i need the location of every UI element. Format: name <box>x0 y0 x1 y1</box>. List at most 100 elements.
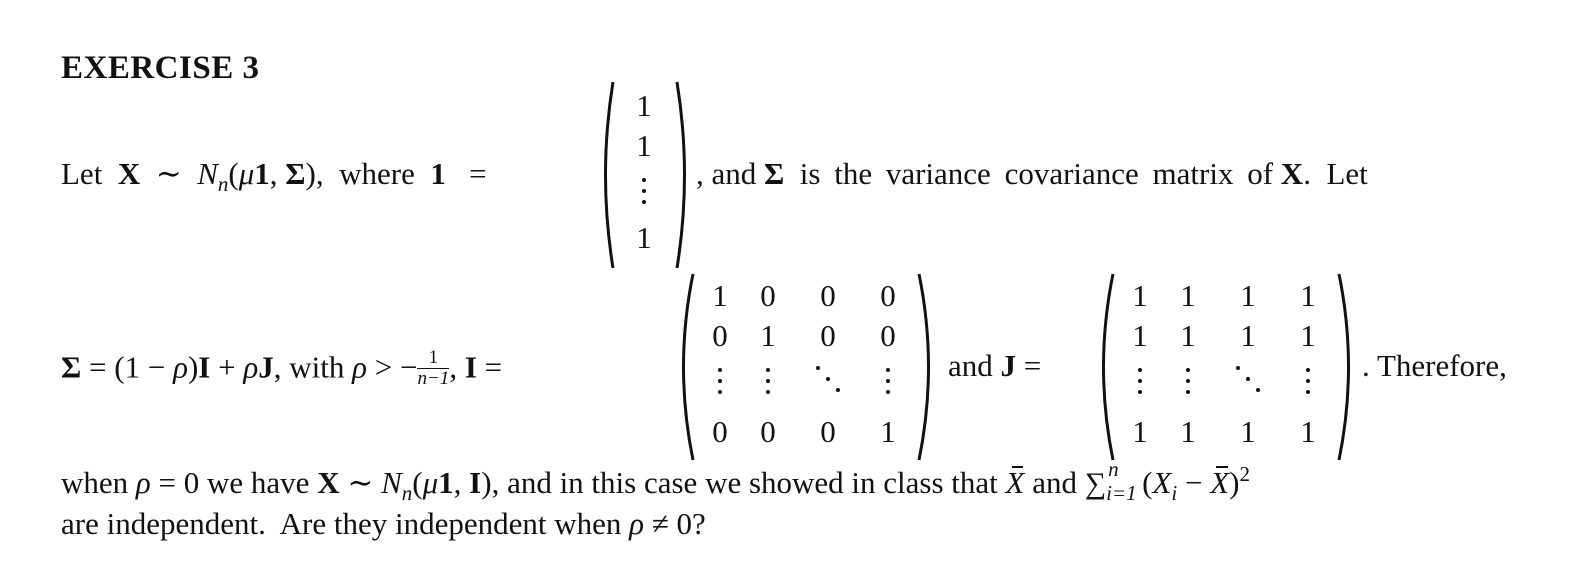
class-statement-text: , and in this case we showed in class th… <box>491 465 1006 500</box>
sum-limits: n i=1 <box>1106 459 1142 504</box>
and-word: and <box>1024 465 1085 500</box>
ones-vector-symbol: 1 <box>438 465 454 500</box>
close-paren: ) <box>187 349 199 385</box>
identity-entry: 0 <box>880 318 896 353</box>
and-text: , and <box>696 156 757 191</box>
mu-symbol: μ <box>422 465 439 500</box>
ones-matrix: 111111111111 <box>1092 272 1362 462</box>
ones-def-symbol: 1 <box>430 156 446 191</box>
description-text: is the variance covariance matrix of <box>799 156 1274 191</box>
open-paren: ( <box>228 156 239 191</box>
open-paren: ( <box>1142 465 1153 500</box>
vertical-dots <box>868 362 908 402</box>
normal-subscript-n: n <box>401 481 413 505</box>
identity-entry: 0 <box>760 414 776 449</box>
vertical-dots <box>1120 362 1160 402</box>
x-bar-symbol: X <box>1005 465 1025 500</box>
comma: , <box>453 465 470 500</box>
where-word: where <box>339 156 415 191</box>
ones-entry: 1 <box>1240 414 1256 449</box>
vertical-dots <box>1288 362 1328 402</box>
comma: , <box>449 349 458 385</box>
ones-entry: 1 <box>1132 278 1148 313</box>
left-paren-icon <box>596 80 616 270</box>
sigma-symbol: Σ <box>764 156 785 191</box>
period-let: . Let <box>1303 156 1368 191</box>
line-2-text: Σ = (1 − ρ)I + ρJ, with ρ > −1 n−1, I = <box>61 348 503 391</box>
ones-entry: 1 <box>1240 278 1256 313</box>
line-3-text: when ρ = 0 we have X ∼ Nn(μ1, I), and in… <box>61 459 1250 504</box>
equals-sign: = <box>469 156 487 191</box>
identity-entry: 0 <box>760 278 776 313</box>
sim-symbol: ∼ <box>155 156 182 191</box>
left-paren-icon <box>672 272 696 462</box>
squared-exponent: 2 <box>1239 462 1250 486</box>
normal-n: N <box>381 465 402 500</box>
question-text: are independent. Are they independent wh… <box>61 506 630 541</box>
minus-sign: − <box>1177 465 1211 500</box>
ones-entry: 1 <box>1180 414 1196 449</box>
vertical-dots <box>700 362 740 402</box>
vector-x: X <box>1280 156 1304 191</box>
left-paren-icon <box>1092 272 1116 462</box>
vertical-dots <box>624 172 664 212</box>
when-word: when <box>61 465 136 500</box>
identity-entry: 0 <box>880 278 896 313</box>
and-word: and <box>948 348 993 383</box>
identity-entry: 1 <box>712 278 728 313</box>
sum-lower-limit: i=1 <box>1106 481 1137 505</box>
vertical-dots <box>748 362 788 402</box>
rho-symbol: ρ <box>243 349 259 385</box>
expr-text: = (1 − <box>89 349 174 385</box>
sim-symbol: ∼ <box>339 465 382 500</box>
vector-entry: 1 <box>636 88 652 123</box>
identity-entry: 1 <box>760 318 776 353</box>
comma: , <box>269 156 278 191</box>
rho-symbol: ρ <box>629 506 645 541</box>
vertical-dots <box>1168 362 1208 402</box>
equals-sign: = <box>476 349 503 385</box>
plus-sign: + <box>210 349 244 385</box>
line-1-continuation: , and Σ is the variance covariance matri… <box>696 158 1368 189</box>
close-paren: ) <box>481 465 492 500</box>
normal-subscript-n: n <box>217 172 229 196</box>
sigma-symbol: Σ <box>285 156 306 191</box>
subscript-i: i <box>1171 481 1178 505</box>
diagonal-dots <box>1228 362 1268 402</box>
ones-entry: 1 <box>1180 318 1196 353</box>
identity-symbol: I <box>464 349 477 385</box>
ones-entry: 1 <box>1132 414 1148 449</box>
mu-symbol: μ <box>238 156 255 191</box>
ones-entry: 1 <box>1180 278 1196 313</box>
vector-x: X <box>117 156 141 191</box>
line-4-text: are independent. Are they independent wh… <box>61 508 706 539</box>
greater-than: > − <box>367 349 418 385</box>
ones-matrix-symbol: J <box>258 349 274 385</box>
fraction-denominator: n−1 <box>417 367 450 389</box>
sum-upper-limit: n <box>1108 457 1119 481</box>
identity-symbol: I <box>469 465 482 500</box>
with-text: , with <box>273 349 353 385</box>
normal-n: N <box>197 156 218 191</box>
sigma-symbol: Σ <box>61 349 82 385</box>
identity-entry: 0 <box>712 318 728 353</box>
open-paren: ( <box>412 465 423 500</box>
ones-vector: 1 1 1 <box>596 80 696 270</box>
identity-matrix: 100001000001 <box>672 272 942 462</box>
ones-entry: 1 <box>1300 414 1316 449</box>
vector-entry: 1 <box>636 220 652 255</box>
x-i-symbol: X <box>1152 465 1172 500</box>
close-paren: ), <box>305 156 324 191</box>
right-paren-icon <box>674 80 694 270</box>
vector-x: X <box>317 465 340 500</box>
exercise-title: EXERCISE 3 <box>61 50 260 86</box>
identity-entry: 0 <box>820 278 836 313</box>
not-equal-zero-text: ≠ 0? <box>644 506 706 541</box>
and-j-text: and J = <box>948 350 1041 381</box>
equals-zero-text: = 0 we have <box>150 465 318 500</box>
right-paren-icon <box>1336 272 1360 462</box>
diagonal-dots <box>808 362 848 402</box>
ones-entry: 1 <box>1132 318 1148 353</box>
equals-sign: = <box>1016 348 1042 383</box>
rho-symbol: ρ <box>173 349 188 385</box>
